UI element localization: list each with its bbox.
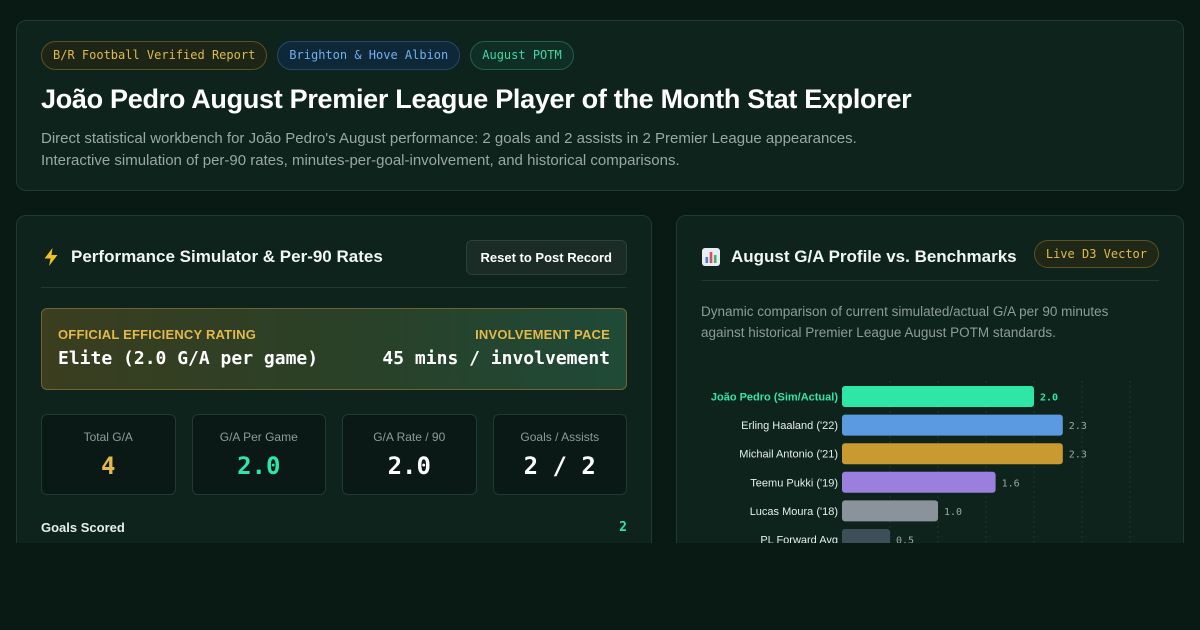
award-badge: August POTM bbox=[470, 41, 574, 70]
source-badge: B/R Football Verified Report bbox=[41, 41, 268, 70]
bar-category-label: Teemu Pukki ('19) bbox=[750, 477, 838, 489]
lightning-bolt-icon bbox=[44, 248, 58, 266]
stat-label: Goals / Assists bbox=[520, 430, 600, 444]
bar[interactable] bbox=[842, 471, 996, 493]
bar[interactable] bbox=[842, 443, 1063, 465]
bar-category-label: Lucas Moura ('18) bbox=[750, 506, 838, 518]
bar-category-label: Michail Antonio ('21) bbox=[739, 449, 838, 461]
stat-value: 4 bbox=[101, 452, 116, 480]
goals-slider-row[interactable]: Goals Scored 2 bbox=[41, 520, 627, 535]
involvement-pace: INVOLVEMENT PACE 45 mins / involvement bbox=[382, 327, 610, 369]
efficiency-rating: OFFICIAL EFFICIENCY RATING Elite (2.0 G/… bbox=[58, 327, 318, 369]
efficiency-rating-value: Elite (2.0 G/A per game) bbox=[58, 348, 319, 369]
stat-card-goals-assists: Goals / Assists 2 / 2 bbox=[492, 414, 627, 495]
benchmark-chart: João Pedro (Sim/Actual) 2.0 Erling Haaland… bbox=[711, 381, 1131, 554]
description-line-2: Interactive simulation of per-90 rates, … bbox=[41, 152, 680, 169]
stat-value: 2 / 2 bbox=[523, 452, 596, 480]
goals-scored-value: 2 bbox=[619, 520, 627, 535]
stat-value: 2.0 bbox=[237, 452, 281, 480]
simulator-title-text: Performance Simulator & Per-90 Rates bbox=[71, 247, 383, 266]
stat-label: G/A Per Game bbox=[219, 430, 298, 444]
page-description: Direct statistical workbench for João Pe… bbox=[41, 128, 1159, 172]
bar-value-label: 2.3 bbox=[1069, 450, 1087, 461]
description-line-1: Direct statistical workbench for João Pe… bbox=[41, 130, 857, 147]
stat-value: 2.0 bbox=[387, 452, 431, 480]
simulator-panel-header: Performance Simulator & Per-90 Rates Res… bbox=[41, 240, 627, 288]
stat-card-ga-rate-90: G/A Rate / 90 2.0 bbox=[342, 414, 477, 495]
goals-scored-label: Goals Scored bbox=[41, 520, 125, 535]
page-background bbox=[0, 543, 1200, 630]
team-badge: Brighton & Hove Albion bbox=[277, 41, 461, 70]
bar[interactable] bbox=[842, 414, 1063, 436]
bar[interactable] bbox=[842, 500, 938, 522]
simulator-title: Performance Simulator & Per-90 Rates bbox=[41, 240, 383, 274]
efficiency-rating-label: OFFICIAL EFFICIENCY RATING bbox=[58, 327, 257, 342]
badge-row: B/R Football Verified Report Brighton & … bbox=[41, 41, 1159, 70]
involvement-pace-value: 45 mins / involvement bbox=[382, 348, 610, 369]
involvement-pace-label: INVOLVEMENT PACE bbox=[475, 327, 610, 342]
stat-label: Total G/A bbox=[83, 430, 133, 444]
stat-card-total-ga: Total G/A 4 bbox=[41, 414, 176, 495]
stat-label: G/A Rate / 90 bbox=[373, 430, 446, 444]
bar-value-label: 1.0 bbox=[944, 507, 962, 518]
simulator-panel: Performance Simulator & Per-90 Rates Res… bbox=[16, 215, 652, 555]
page-title: João Pedro August Premier League Player … bbox=[41, 84, 912, 114]
bar-value-label: 1.6 bbox=[1002, 478, 1020, 489]
efficiency-rating-box: OFFICIAL EFFICIENCY RATING Elite (2.0 G/… bbox=[41, 308, 627, 390]
bar-value-label: 2.0 bbox=[1040, 393, 1058, 404]
bar-category-label: João Pedro (Sim/Actual) bbox=[711, 392, 838, 404]
bar-value-label: 2.3 bbox=[1069, 421, 1087, 432]
bar-category-label: Erling Haaland ('22) bbox=[741, 420, 838, 432]
reset-button[interactable]: Reset to Post Record bbox=[465, 240, 627, 275]
benchmark-panel: August G/A Profile vs. Benchmarks Live D… bbox=[676, 215, 1184, 555]
bar[interactable] bbox=[842, 386, 1034, 407]
header-card: B/R Football Verified Report Brighton & … bbox=[16, 20, 1184, 191]
stat-grid: Total G/A 4 G/A Per Game 2.0 G/A Rate / … bbox=[41, 414, 627, 495]
stat-card-ga-per-game: G/A Per Game 2.0 bbox=[191, 414, 326, 495]
